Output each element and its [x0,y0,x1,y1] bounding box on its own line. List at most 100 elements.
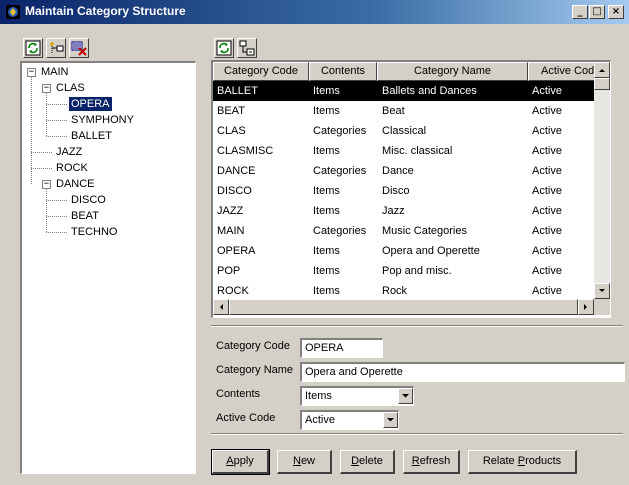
cell-category-code: DANCE [217,165,256,177]
table-row[interactable]: BEAT Items Beat Active [213,101,594,121]
tree-node-techno[interactable]: TECHNO [69,225,119,239]
category-code-field[interactable]: OPERA [300,338,383,358]
cell-category-code: OPERA [217,245,256,257]
cell-active-code: Active [532,85,562,97]
tree-add-node-button[interactable] [46,38,66,58]
category-name-field[interactable]: Opera and Operette [300,362,625,382]
tree-connector [46,120,67,121]
tree-node-jazz[interactable]: JAZZ [54,145,84,159]
cell-category-code: ROCK [217,285,249,297]
tree-guide-line [46,93,47,136]
cell-contents: Items [313,85,340,97]
tree-connector [31,152,52,153]
tree-node-beat[interactable]: BEAT [69,209,101,223]
cell-category-code: DISCO [217,185,252,197]
cell-active-code: Active [532,105,562,117]
tree-expander-dance[interactable]: − [42,180,51,189]
cell-active-code: Active [532,245,562,257]
column-header-active-code[interactable]: Active Cod [528,62,598,81]
grid-vertical-scrollbar[interactable] [594,62,610,299]
table-row[interactable]: DISCO Items Disco Active [213,181,594,201]
scroll-thumb[interactable] [594,78,610,90]
tree-node-rock[interactable]: ROCK [54,161,90,175]
table-row[interactable]: JAZZ Items Jazz Active [213,201,594,221]
tree-view-icon [239,40,255,56]
grid-horizontal-scrollbar[interactable] [213,299,594,315]
separator [211,325,623,327]
tree-guide-line [31,77,32,184]
refresh-button[interactable]: Refresh [403,450,460,474]
tree-node-opera[interactable]: OPERA [68,96,113,112]
tree-refresh-button[interactable] [23,38,43,58]
tree-connector [46,104,67,105]
maximize-button[interactable]: □ [589,5,605,19]
tree-node-symphony[interactable]: SYMPHONY [69,113,136,127]
new-button[interactable]: New [277,450,332,474]
tree-connector [46,136,67,137]
apply-button[interactable]: Apply [211,449,270,475]
table-row[interactable]: CLASMISC Items Misc. classical Active [213,141,594,161]
table-row[interactable]: CLAS Categories Classical Active [213,121,594,141]
table-row[interactable]: DANCE Categories Dance Active [213,161,594,181]
cell-category-code: POP [217,265,241,277]
table-row[interactable]: ROCK Items Rock Active [213,281,594,301]
contents-dropdown-button[interactable] [398,388,413,404]
contents-select[interactable]: Items [300,386,414,406]
column-header-category-code[interactable]: Category Code [213,62,309,81]
cell-active-code: Active [532,165,562,177]
cell-contents: Items [313,265,340,277]
cell-contents: Categories [313,125,367,137]
category-grid[interactable]: Category Code Contents Category Name Act… [211,60,611,318]
cell-contents: Items [313,185,340,197]
table-row[interactable]: MAIN Categories Music Categories Active [213,221,594,241]
tree-delete-node-button[interactable] [69,38,89,58]
arrow-left-icon [220,304,223,310]
tree-connector [46,232,67,233]
tree-node-disco[interactable]: DISCO [69,193,108,207]
cell-category-name: Opera and Operette [382,245,480,257]
tree-expander-clas[interactable]: − [42,84,51,93]
hscroll-thumb[interactable] [229,299,578,315]
category-tree[interactable]: MAIN − CLAS − OPERA SYMPHONY BALLET JAZZ ROCK DAN… [20,61,196,474]
cell-active-code: Active [532,145,562,157]
arrow-right-icon [584,304,587,310]
table-row[interactable]: OPERA Items Opera and Operette Active [213,241,594,261]
scroll-right-button[interactable] [578,299,594,315]
cell-category-name: Jazz [382,205,405,217]
delete-button[interactable]: Delete [340,450,395,474]
active-code-value: Active [305,414,335,426]
minimize-button[interactable]: _ [572,5,588,19]
tree-node-clas[interactable]: CLAS [54,81,87,95]
cell-contents: Items [313,105,340,117]
tree-node-dance[interactable]: DANCE [54,177,97,191]
scroll-down-button[interactable] [594,283,610,299]
cell-contents: Items [313,205,340,217]
tree-node-ballet[interactable]: BALLET [69,129,114,143]
cell-contents: Items [313,245,340,257]
cell-contents: Items [313,145,340,157]
relate-products-button[interactable]: Relate Products [468,450,577,474]
table-row[interactable]: BALLET Items Ballets and Dances Active [213,81,594,101]
tree-expander-main[interactable]: − [27,68,36,77]
grid-refresh-button[interactable] [214,38,234,58]
column-header-category-name[interactable]: Category Name [377,62,528,81]
refresh-icon [216,40,232,56]
close-button[interactable]: × [608,5,624,19]
table-row[interactable]: POP Items Pop and misc. Active [213,261,594,281]
cell-category-code: JAZZ [217,205,244,217]
cell-category-name: Music Categories [382,225,467,237]
active-code-dropdown-button[interactable] [383,412,398,428]
chevron-down-icon [387,418,394,422]
cell-category-name: Ballets and Dances [382,85,477,97]
cell-category-code: CLAS [217,125,246,137]
cell-category-code: MAIN [217,225,245,237]
app-icon[interactable] [5,4,21,20]
scroll-left-button[interactable] [213,299,229,315]
grid-tree-view-button[interactable] [237,38,257,58]
column-header-contents[interactable]: Contents [309,62,377,81]
category-name-label: Category Name [216,364,294,376]
tree-node-main[interactable]: MAIN [39,65,71,79]
separator [211,433,623,435]
scroll-up-button[interactable] [594,62,610,78]
active-code-select[interactable]: Active [300,410,399,430]
